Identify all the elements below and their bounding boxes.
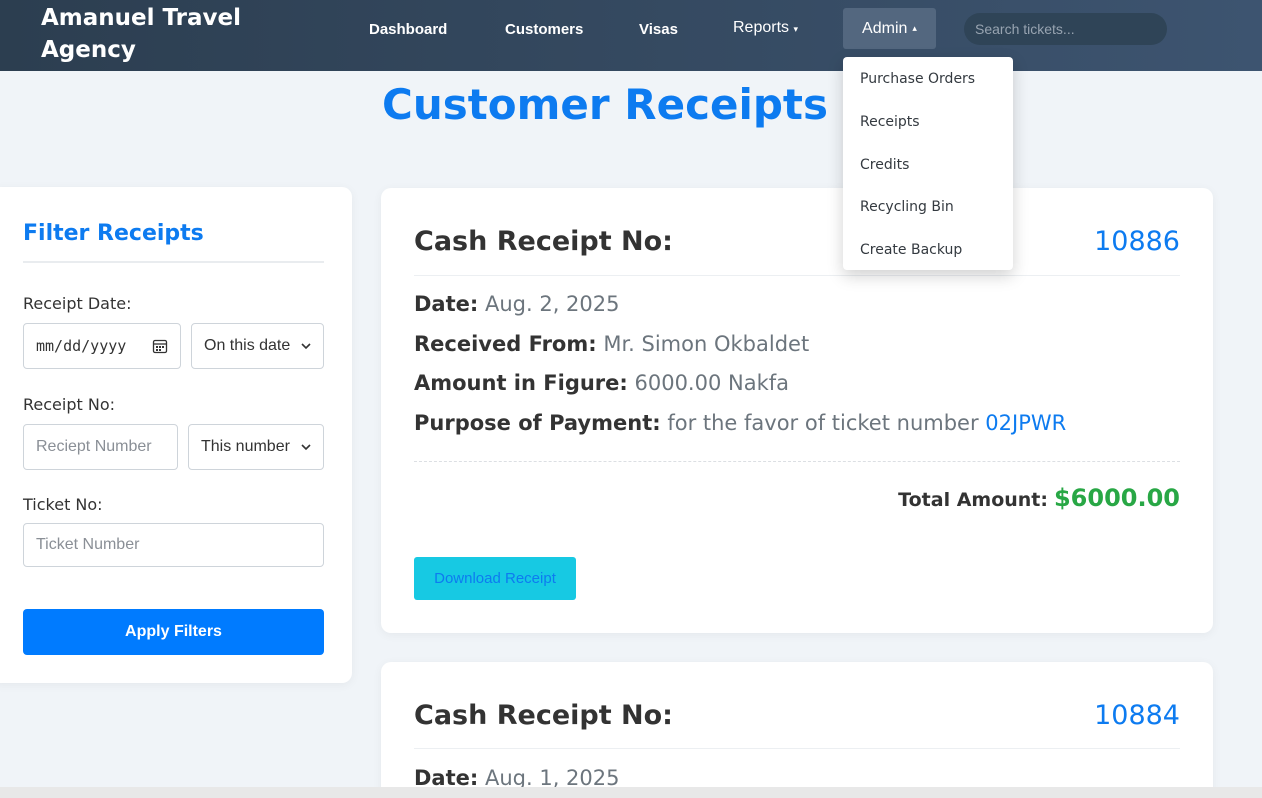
- ticket-no-label: Ticket No:: [23, 495, 103, 514]
- receipt-number: 10886: [1094, 226, 1180, 257]
- received-from-row: Received From: Mr. Simon Okbaldet: [414, 332, 809, 356]
- amount-row: Amount in Figure: 6000.00 Nakfa: [414, 371, 789, 395]
- menu-item-credits[interactable]: Credits: [860, 157, 909, 173]
- nav-visas[interactable]: Visas: [639, 20, 678, 40]
- filter-title: Filter Receipts: [23, 221, 204, 246]
- purpose-label: Purpose of Payment:: [414, 411, 661, 435]
- total-value: $6000.00: [1053, 484, 1180, 512]
- nav-reports-label: Reports: [733, 19, 790, 36]
- filter-divider: [23, 261, 324, 263]
- menu-item-create-backup[interactable]: Create Backup: [860, 242, 962, 258]
- receipt-date-row: Date: Aug. 2, 2025: [414, 292, 620, 316]
- calendar-icon[interactable]: [152, 338, 168, 354]
- receipt-divider: [414, 748, 1180, 749]
- receipt-date-label: Receipt Date:: [23, 294, 132, 313]
- nav-reports[interactable]: Reports ▾: [733, 18, 798, 39]
- nav-admin-label: Admin: [862, 19, 908, 37]
- received-from-value: Mr. Simon Okbaldet: [603, 332, 810, 356]
- receipt-heading: Cash Receipt No:: [414, 226, 673, 257]
- search-tickets-input[interactable]: [964, 13, 1167, 45]
- receipt-divider: [414, 275, 1180, 276]
- page-title: Customer Receipts: [382, 80, 828, 129]
- nav-customers[interactable]: Customers: [505, 20, 583, 40]
- receipt-number-input[interactable]: Reciept Number: [23, 424, 178, 470]
- receipt-number: 10884: [1094, 700, 1180, 731]
- purpose-row: Purpose of Payment: for the favor of tic…: [414, 411, 1066, 435]
- receipt-mode-select[interactable]: This number: [188, 424, 324, 470]
- receipt-heading: Cash Receipt No:: [414, 700, 673, 731]
- date-mode-value: On this date: [204, 337, 291, 354]
- menu-item-purchase-orders[interactable]: Purchase Orders: [860, 71, 975, 87]
- date-label: Date:: [414, 292, 479, 316]
- chevron-down-icon: [301, 444, 311, 451]
- amount-value: 6000.00 Nakfa: [634, 371, 790, 395]
- date-input-value: mm/dd/yyyy: [36, 337, 127, 355]
- purpose-value: for the favor of ticket number: [667, 411, 979, 435]
- nav-dashboard[interactable]: Dashboard: [369, 20, 447, 40]
- download-receipt-button[interactable]: Download Receipt: [414, 557, 576, 600]
- apply-filters-button[interactable]: Apply Filters: [23, 609, 324, 655]
- date-value: Aug. 2, 2025: [484, 292, 620, 316]
- admin-dropdown-menu: Purchase Orders Receipts Credits Recycli…: [843, 57, 1013, 270]
- date-mode-select[interactable]: On this date: [191, 323, 324, 369]
- receipt-date-input[interactable]: mm/dd/yyyy: [23, 323, 181, 369]
- total-label: Total Amount:: [898, 489, 1048, 511]
- nav-admin-toggle[interactable]: Admin ▴: [843, 8, 936, 49]
- received-from-label: Received From:: [414, 332, 597, 356]
- brand-title[interactable]: Amanuel Travel Agency: [41, 2, 261, 66]
- caret-down-icon: ▾: [793, 24, 799, 34]
- total-amount: Total Amount: $6000.00: [898, 484, 1180, 512]
- menu-item-receipts[interactable]: Receipts: [860, 114, 920, 130]
- menu-item-recycling-bin[interactable]: Recycling Bin: [860, 199, 954, 215]
- ticket-link[interactable]: 02JPWR: [985, 411, 1066, 435]
- receipt-dashed-divider: [414, 461, 1180, 462]
- top-navbar: Amanuel Travel Agency Dashboard Customer…: [0, 0, 1262, 71]
- chevron-down-icon: [301, 343, 311, 350]
- amount-label: Amount in Figure:: [414, 371, 628, 395]
- receipt-mode-value: This number: [201, 438, 290, 455]
- caret-up-icon: ▴: [912, 23, 917, 33]
- receipt-no-label: Receipt No:: [23, 395, 115, 414]
- ticket-number-input[interactable]: Ticket Number: [23, 523, 324, 567]
- horizontal-scrollbar[interactable]: [0, 787, 1262, 798]
